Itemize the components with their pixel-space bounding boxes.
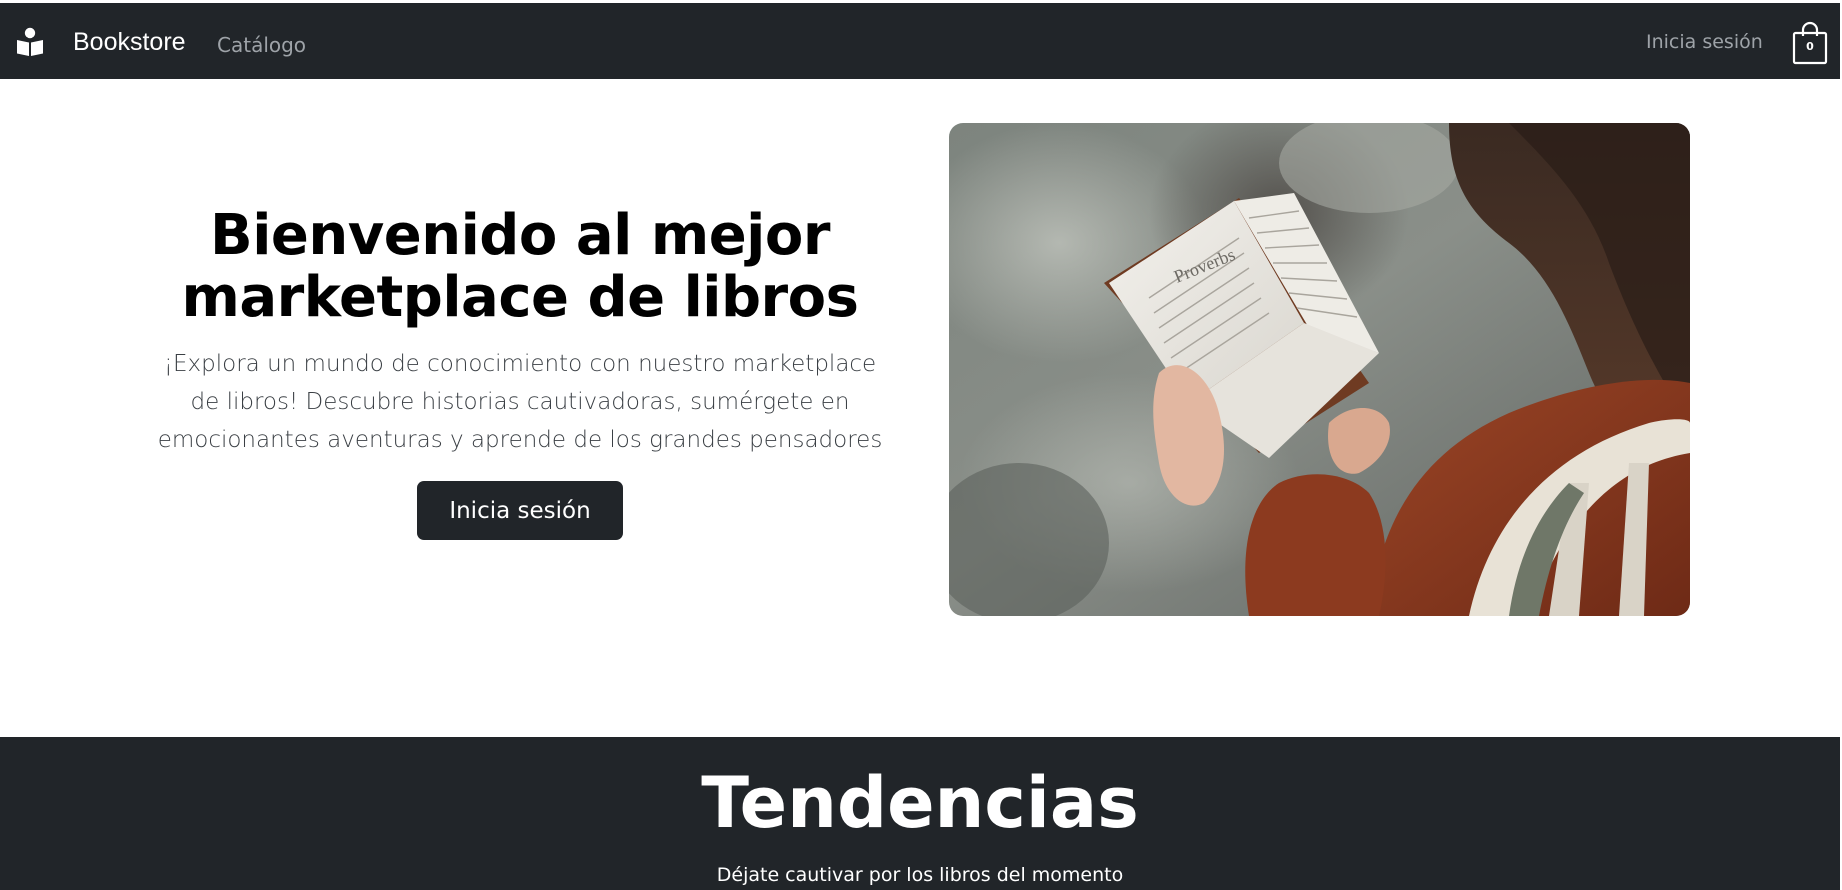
cart-count-badge: 0 bbox=[1806, 40, 1814, 53]
trends-title: Tendencias bbox=[701, 762, 1139, 844]
page: Bookstore Catálogo Inicia sesión 0 Bienv… bbox=[0, 0, 1842, 890]
brand-name[interactable]: Bookstore bbox=[73, 27, 186, 57]
reader-icon[interactable] bbox=[16, 27, 44, 57]
woman-reading-book-image: Proverbs bbox=[949, 123, 1690, 616]
hero-description: ¡Explora un mundo de conocimiento con nu… bbox=[157, 351, 883, 453]
hero-image: Proverbs bbox=[949, 123, 1690, 616]
hero-login-button[interactable]: Inicia sesión bbox=[417, 481, 623, 540]
top-navbar: Bookstore Catálogo Inicia sesión 0 bbox=[0, 3, 1840, 79]
cart-button[interactable]: 0 bbox=[1792, 21, 1828, 65]
trends-subtitle: Déjate cautivar por los libros del momen… bbox=[716, 864, 1124, 886]
hero-text-column: Bienvenido al mejor marketplace de libro… bbox=[150, 205, 890, 540]
nav-link-login[interactable]: Inicia sesión bbox=[1646, 29, 1763, 55]
trends-section: Tendencias Déjate cautivar por los libro… bbox=[0, 737, 1840, 890]
hero-title: Bienvenido al mejor marketplace de libro… bbox=[181, 203, 859, 330]
nav-link-catalog[interactable]: Catálogo bbox=[217, 32, 306, 58]
